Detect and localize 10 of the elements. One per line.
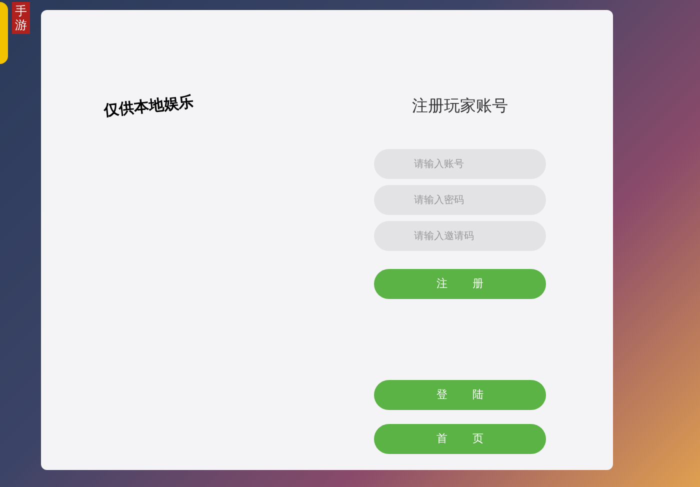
logo-badge: 手游 xyxy=(12,2,30,34)
input-field[interactable]: 请输入密码 xyxy=(374,185,546,215)
logo-emblem xyxy=(0,2,8,64)
nav-button[interactable]: 登 陆 xyxy=(374,380,546,410)
input-field[interactable]: 请输入账号 xyxy=(374,149,546,179)
input-field[interactable]: 请输入邀请码 xyxy=(374,221,546,251)
notice-text: 仅供本地娱乐 xyxy=(103,92,195,122)
register-button[interactable]: 注 册 xyxy=(374,269,546,299)
nav-button[interactable]: 首 页 xyxy=(374,424,546,454)
form-title: 注册玩家账号 xyxy=(412,96,508,117)
